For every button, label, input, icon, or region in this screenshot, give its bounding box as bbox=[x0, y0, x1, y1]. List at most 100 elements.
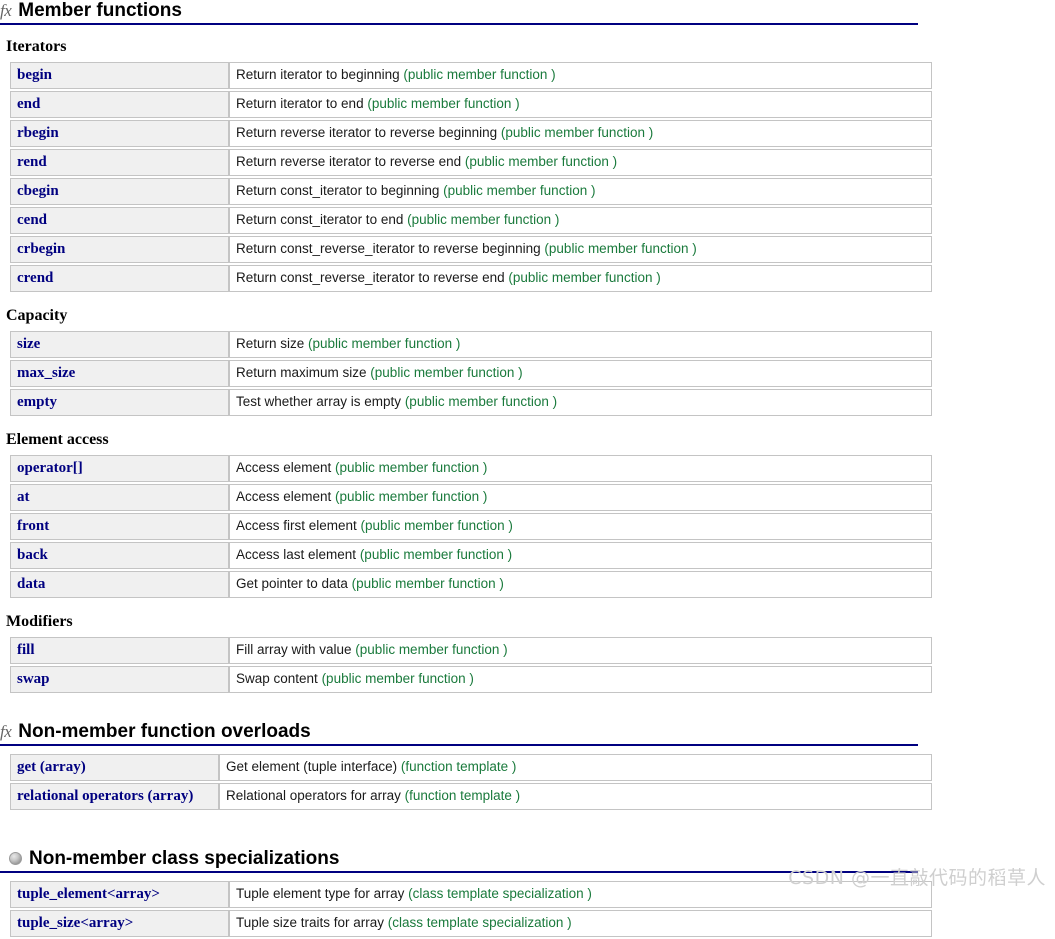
member-link-crbegin[interactable]: crbegin bbox=[10, 236, 229, 263]
subsection-heading-iterators: Iterators bbox=[6, 38, 67, 55]
member-link-max-size[interactable]: max_size bbox=[10, 360, 229, 387]
sphere-icon bbox=[9, 852, 22, 865]
table-row[interactable]: max_size Return maximum size (public mem… bbox=[10, 360, 932, 387]
section-header-member-functions: fx Member functions bbox=[0, 0, 918, 25]
member-link-size[interactable]: size bbox=[10, 331, 229, 358]
member-kind-label: (public member function ) bbox=[355, 642, 508, 657]
class-kind-label: (class template specialization ) bbox=[387, 915, 572, 930]
table-row[interactable]: end Return iterator to end (public membe… bbox=[10, 91, 932, 118]
table-row[interactable]: begin Return iterator to beginning (publ… bbox=[10, 62, 932, 89]
member-kind-label: (public member function ) bbox=[443, 183, 596, 198]
table-row[interactable]: get (array) Get element (tuple interface… bbox=[10, 754, 932, 781]
section-header-non-member-class-specializations: Non-member class specializations bbox=[0, 848, 918, 873]
description-text: Access element bbox=[236, 460, 336, 475]
member-link-back[interactable]: back bbox=[10, 542, 229, 569]
member-description: Fill array with value (public member fun… bbox=[229, 637, 932, 664]
member-description: Return iterator to beginning (public mem… bbox=[229, 62, 932, 89]
description-text: Access element bbox=[236, 489, 336, 504]
table-row[interactable]: swap Swap content (public member functio… bbox=[10, 666, 932, 693]
table-row[interactable]: operator[] Access element (public member… bbox=[10, 455, 932, 482]
member-description: Return const_reverse_iterator to reverse… bbox=[229, 236, 932, 263]
member-kind-label: (public member function ) bbox=[335, 460, 488, 475]
member-kind-label: (public member function ) bbox=[407, 212, 560, 227]
table-row[interactable]: size Return size (public member function… bbox=[10, 331, 932, 358]
description-text: Relational operators for array bbox=[226, 788, 405, 803]
function-link-get-array[interactable]: get (array) bbox=[10, 754, 219, 781]
description-text: Return const_iterator to end bbox=[236, 212, 408, 227]
description-text: Access last element bbox=[236, 547, 360, 562]
member-link-empty[interactable]: empty bbox=[10, 389, 229, 416]
class-link-tuple-element-array[interactable]: tuple_element<array> bbox=[10, 881, 229, 908]
function-description: Get element (tuple interface) (function … bbox=[219, 754, 932, 781]
table-row[interactable]: back Access last element (public member … bbox=[10, 542, 932, 569]
watermark: CSDN @一直敲代码的稻草人 bbox=[788, 867, 1046, 889]
member-kind-label: (public member function ) bbox=[351, 576, 504, 591]
table-capacity: size Return size (public member function… bbox=[10, 329, 932, 418]
table-row[interactable]: empty Test whether array is empty (publi… bbox=[10, 389, 932, 416]
class-link-tuple-size-array[interactable]: tuple_size<array> bbox=[10, 910, 229, 937]
member-kind-label: (public member function ) bbox=[464, 154, 618, 169]
member-link-cbegin[interactable]: cbegin bbox=[10, 178, 229, 205]
member-link-rend[interactable]: rend bbox=[10, 149, 229, 176]
table-row[interactable]: cbegin Return const_iterator to beginnin… bbox=[10, 178, 932, 205]
description-text: Tuple size traits for array bbox=[236, 915, 388, 930]
member-link-front[interactable]: front bbox=[10, 513, 229, 540]
member-description: Return reverse iterator to reverse begin… bbox=[229, 120, 932, 147]
member-link-data[interactable]: data bbox=[10, 571, 229, 598]
member-link-begin[interactable]: begin bbox=[10, 62, 229, 89]
member-link-end[interactable]: end bbox=[10, 91, 229, 118]
table-row[interactable]: crbegin Return const_reverse_iterator to… bbox=[10, 236, 932, 263]
member-kind-label: (public member function ) bbox=[321, 671, 474, 686]
function-link-relational-operators-array[interactable]: relational operators (array) bbox=[10, 783, 219, 810]
description-text: Tuple element type for array bbox=[236, 886, 409, 901]
table-row[interactable]: crend Return const_reverse_iterator to r… bbox=[10, 265, 932, 292]
member-description: Access element (public member function ) bbox=[229, 484, 932, 511]
member-link-fill[interactable]: fill bbox=[10, 637, 229, 664]
member-description: Access element (public member function ) bbox=[229, 455, 932, 482]
table-row[interactable]: at Access element (public member functio… bbox=[10, 484, 932, 511]
member-link-rbegin[interactable]: rbegin bbox=[10, 120, 229, 147]
description-text: Return iterator to end bbox=[236, 96, 368, 111]
table-row[interactable]: rend Return reverse iterator to reverse … bbox=[10, 149, 932, 176]
member-link-at[interactable]: at bbox=[10, 484, 229, 511]
member-description: Swap content (public member function ) bbox=[229, 666, 932, 693]
table-row[interactable]: rbegin Return reverse iterator to revers… bbox=[10, 120, 932, 147]
class-description: Tuple size traits for array (class templ… bbox=[229, 910, 932, 937]
table-row[interactable]: cend Return const_iterator to end (publi… bbox=[10, 207, 932, 234]
member-link-swap[interactable]: swap bbox=[10, 666, 229, 693]
description-text: Return const_reverse_iterator to reverse… bbox=[236, 241, 545, 256]
member-description: Return const_reverse_iterator to reverse… bbox=[229, 265, 932, 292]
description-text: Return size bbox=[236, 336, 309, 351]
function-description: Relational operators for array (function… bbox=[219, 783, 932, 810]
member-description: Return iterator to end (public member fu… bbox=[229, 91, 932, 118]
table-row[interactable]: data Get pointer to data (public member … bbox=[10, 571, 932, 598]
table-iterators: begin Return iterator to beginning (publ… bbox=[10, 60, 932, 294]
description-text: Swap content bbox=[236, 671, 322, 686]
member-link-operator-subscript[interactable]: operator[] bbox=[10, 455, 229, 482]
member-kind-label: (public member function ) bbox=[308, 336, 461, 351]
section-header-non-member-function-overloads: fx Non-member function overloads bbox=[0, 721, 918, 746]
table-row[interactable]: fill Fill array with value (public membe… bbox=[10, 637, 932, 664]
table-modifiers: fill Fill array with value (public membe… bbox=[10, 635, 932, 695]
table-row[interactable]: tuple_size<array> Tuple size traits for … bbox=[10, 910, 932, 937]
table-non-member-function-overloads: get (array) Get element (tuple interface… bbox=[10, 752, 932, 812]
reference-page: fx Member functions Iterators begin Retu… bbox=[0, 0, 1055, 939]
description-text: Return reverse iterator to reverse end bbox=[236, 154, 465, 169]
member-link-crend[interactable]: crend bbox=[10, 265, 229, 292]
subsection-heading-capacity: Capacity bbox=[6, 307, 68, 324]
member-link-cend[interactable]: cend bbox=[10, 207, 229, 234]
member-kind-label: (public member function ) bbox=[359, 547, 513, 562]
member-description: Return const_iterator to end (public mem… bbox=[229, 207, 932, 234]
class-kind-label: (class template specialization ) bbox=[408, 886, 592, 901]
member-kind-label: (public member function ) bbox=[404, 394, 558, 409]
table-row[interactable]: relational operators (array) Relational … bbox=[10, 783, 932, 810]
section-title: Non-member class specializations bbox=[29, 848, 340, 869]
member-kind-label: (public member function ) bbox=[335, 489, 488, 504]
member-description: Return size (public member function ) bbox=[229, 331, 932, 358]
member-kind-label: (public member function ) bbox=[508, 270, 661, 285]
table-row[interactable]: front Access first element (public membe… bbox=[10, 513, 932, 540]
description-text: Get element (tuple interface) bbox=[226, 759, 401, 774]
function-kind-label: (function template ) bbox=[400, 759, 517, 774]
description-text: Return iterator to beginning bbox=[236, 67, 404, 82]
